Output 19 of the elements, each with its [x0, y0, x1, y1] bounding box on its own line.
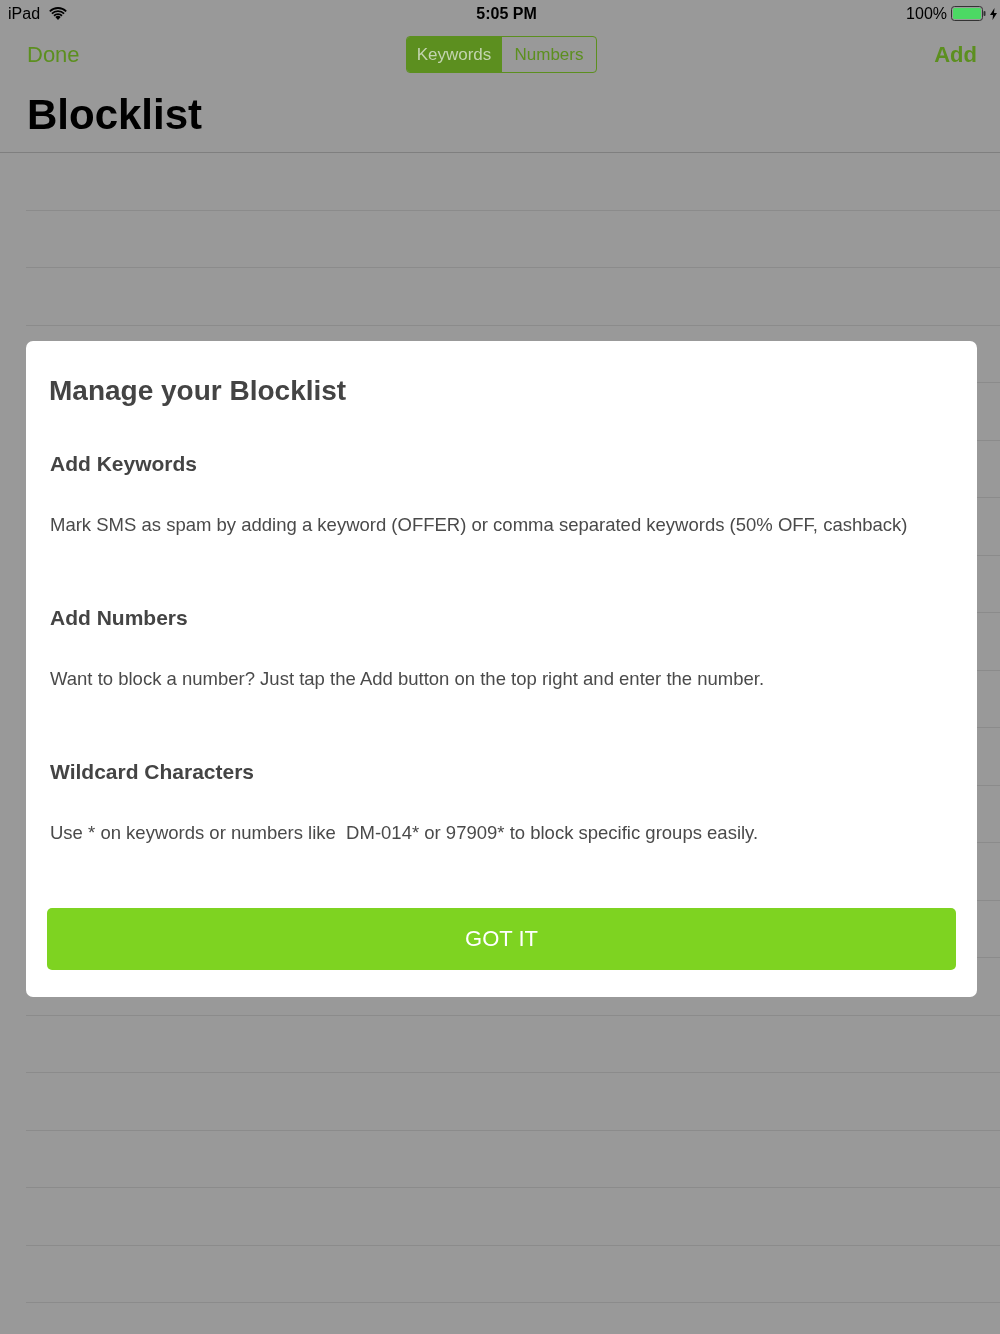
device-label: iPad [8, 4, 41, 23]
section-text: Mark SMS as spam by adding a keyword (OFFER) or comma separated keywords (50% OFF, cashback) [50, 513, 908, 537]
battery-percent: 100% [906, 4, 947, 23]
section-heading: Add Keywords [50, 451, 198, 477]
got-it-button[interactable]: GOT IT [47, 908, 956, 970]
dialog-title: Manage your Blocklist [49, 374, 347, 408]
segment-tab[interactable]: Keywords [407, 37, 501, 72]
add-button[interactable]: Add [934, 42, 977, 68]
wifi-icon [49, 7, 68, 20]
section-heading: Add Numbers [50, 605, 188, 631]
section-text: Want to block a number? Just tap the Add button on the top right and enter the number. [50, 667, 765, 691]
section-text: Use * on keywords or numbers like DM-014* or 97909* to block specific groups easily. [50, 821, 759, 845]
status-time: 5:05 PM [475, 4, 537, 23]
page-title: Blocklist [27, 94, 203, 136]
segment-tab[interactable]: Numbers [501, 37, 596, 72]
battery-icon [951, 6, 986, 21]
done-button[interactable]: Done [27, 42, 80, 68]
section-heading: Wildcard Characters [50, 759, 255, 785]
charging-bolt-icon [990, 7, 997, 20]
